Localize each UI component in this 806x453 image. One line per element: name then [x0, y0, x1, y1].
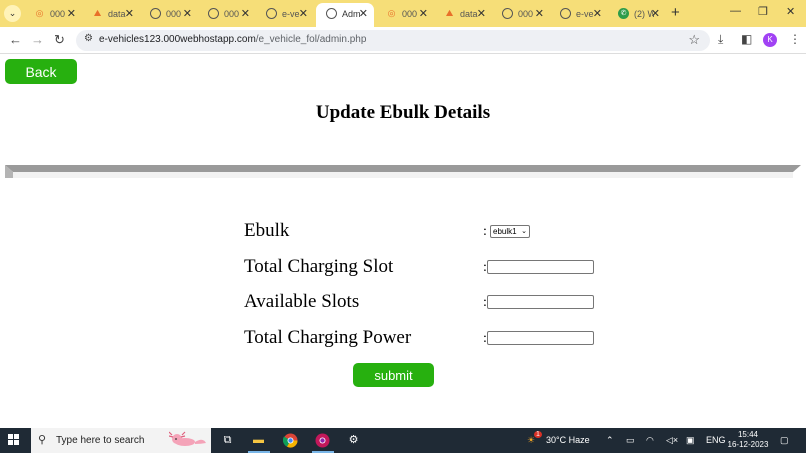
browser-toolbar: ← → ↻ ⚙ e-vehicles123.000webhostapp.com/… [0, 27, 806, 54]
browser-tab-active[interactable]: Adm ✕ [316, 3, 374, 27]
bookmark-star-icon[interactable]: ☆ [688, 32, 700, 48]
page-title: Update Ebulk Details [315, 102, 491, 123]
close-tab-icon[interactable]: ✕ [477, 7, 486, 20]
browser-tab[interactable]: e-ve ✕ [550, 3, 608, 27]
orange-favicon-icon: ◎ [35, 8, 44, 18]
globe-favicon-icon [502, 8, 513, 19]
system-clock[interactable]: 15:44 16-12-2023 [726, 430, 770, 450]
wifi-icon[interactable]: ◠ [646, 435, 654, 446]
chart-favicon-icon: ⛰ [93, 8, 102, 18]
total-charging-slot-label: Total Charging Slot [244, 256, 394, 277]
chevron-down-icon: ⌄ [521, 228, 527, 235]
more-menu-icon[interactable]: ⋮ [789, 32, 801, 46]
total-charging-power-input[interactable] [487, 331, 594, 345]
submit-button[interactable]: submit [353, 363, 434, 387]
display-icon[interactable]: ▣ [686, 435, 695, 446]
axolotl-illustration-icon [169, 431, 206, 446]
windows-taskbar: ⚲ Type here to search ⧉ ▬ ⚙ ☀ 1 30°C Haz… [0, 428, 806, 453]
browser-tab[interactable]: 000 ✕ [492, 3, 550, 27]
windows-start-icon[interactable] [8, 434, 20, 446]
battery-icon[interactable]: ▭ [626, 435, 635, 446]
close-tab-icon[interactable]: ✕ [125, 7, 134, 20]
site-info-icon[interactable]: ⚙ [84, 33, 93, 44]
file-explorer-icon[interactable]: ▬ [251, 433, 266, 448]
close-tab-icon[interactable]: ✕ [535, 7, 544, 20]
browser-tab[interactable]: ⛰ data ✕ [82, 3, 140, 27]
taskbar-search-box[interactable]: ⚲ Type here to search [31, 428, 211, 453]
url-host: e-vehicles123.000webhostapp.com [99, 34, 256, 45]
chart-favicon-icon: ⛰ [445, 8, 454, 18]
close-tab-icon[interactable]: ✕ [359, 7, 368, 20]
globe-favicon-icon [326, 8, 337, 19]
weather-badge: 1 [534, 431, 542, 438]
available-slots-label: Available Slots [244, 291, 360, 312]
download-icon[interactable]: ⤓ [718, 32, 723, 47]
browser-tab[interactable]: ✆ (2) W ✕ [608, 3, 666, 27]
clock-time: 15:44 [737, 430, 759, 439]
language-indicator[interactable]: ENG [706, 435, 726, 445]
chrome-profile-icon[interactable] [315, 433, 330, 448]
close-tab-icon[interactable]: ✕ [299, 7, 308, 20]
available-slots-input[interactable] [487, 295, 594, 309]
orange-favicon-icon: ◎ [387, 8, 396, 18]
whatsapp-favicon-icon: ✆ [618, 8, 629, 19]
side-panel-icon[interactable]: ◧ [741, 32, 752, 46]
globe-favicon-icon [266, 8, 277, 19]
globe-favicon-icon [208, 8, 219, 19]
browser-tab[interactable]: ◎ 000 ✕ [24, 3, 82, 27]
browser-tab[interactable]: 000 ✕ [198, 3, 256, 27]
browser-tab[interactable]: e-ve ✕ [256, 3, 314, 27]
tab-search-chevron-icon[interactable]: ⌄ [4, 5, 21, 22]
restore-icon[interactable]: ❐ [758, 5, 768, 18]
clock-date: 16-12-2023 [727, 440, 769, 449]
profile-avatar[interactable]: K [763, 33, 777, 47]
colon: : [483, 224, 487, 239]
browser-tab[interactable]: ⛰ data ✕ [434, 3, 492, 27]
browser-tab[interactable]: 000 ✕ [140, 3, 198, 27]
url-path: /e_vehicle_fol/admin.php [255, 34, 367, 45]
volume-icon[interactable]: ◁× [666, 435, 678, 446]
chrome-icon[interactable] [283, 433, 298, 448]
new-tab-plus-icon[interactable]: + [671, 4, 680, 21]
close-tab-icon[interactable]: ✕ [593, 7, 602, 20]
settings-gear-icon[interactable]: ⚙ [346, 433, 361, 448]
ebulk-select-value: ebulk1 [493, 227, 517, 236]
close-tab-icon[interactable]: ✕ [241, 7, 250, 20]
chevron-up-icon[interactable]: ⌃ [606, 435, 614, 446]
horizontal-divider [5, 165, 801, 178]
taskbar-search-placeholder: Type here to search [56, 435, 145, 446]
url-text[interactable]: e-vehicles123.000webhostapp.com/e_vehicl… [99, 34, 366, 45]
minimize-icon[interactable]: — [730, 5, 741, 17]
globe-favicon-icon [150, 8, 161, 19]
reload-icon[interactable]: ↻ [54, 32, 65, 48]
forward-arrow-icon[interactable]: → [31, 32, 44, 47]
close-tab-icon[interactable]: ✕ [651, 7, 660, 20]
close-tab-icon[interactable]: ✕ [419, 7, 428, 20]
address-bar[interactable]: ⚙ e-vehicles123.000webhostapp.com/e_vehi… [76, 30, 710, 51]
ebulk-select[interactable]: ebulk1 ⌄ [490, 225, 530, 238]
notification-icon[interactable]: ▢ [780, 435, 789, 446]
close-tab-icon[interactable]: ✕ [183, 7, 192, 20]
total-charging-power-label: Total Charging Power [244, 327, 412, 348]
total-charging-slot-input[interactable] [487, 260, 594, 274]
ebulk-label: Ebulk [244, 220, 290, 241]
search-icon: ⚲ [38, 434, 47, 446]
close-tab-icon[interactable]: ✕ [67, 7, 76, 20]
browser-tab[interactable]: ◎ 000 ✕ [376, 3, 434, 27]
browser-tab-strip: ⌄ ◎ 000 ✕ ⛰ data ✕ 000 ✕ 000 ✕ e-ve ✕ Ad… [0, 0, 806, 27]
task-view-icon[interactable]: ⧉ [220, 433, 235, 448]
back-arrow-icon[interactable]: ← [9, 32, 22, 47]
weather-text[interactable]: 30°C Haze [546, 435, 590, 445]
close-window-icon[interactable]: ✕ [786, 5, 795, 18]
globe-favicon-icon [560, 8, 571, 19]
back-button[interactable]: Back [5, 59, 77, 84]
